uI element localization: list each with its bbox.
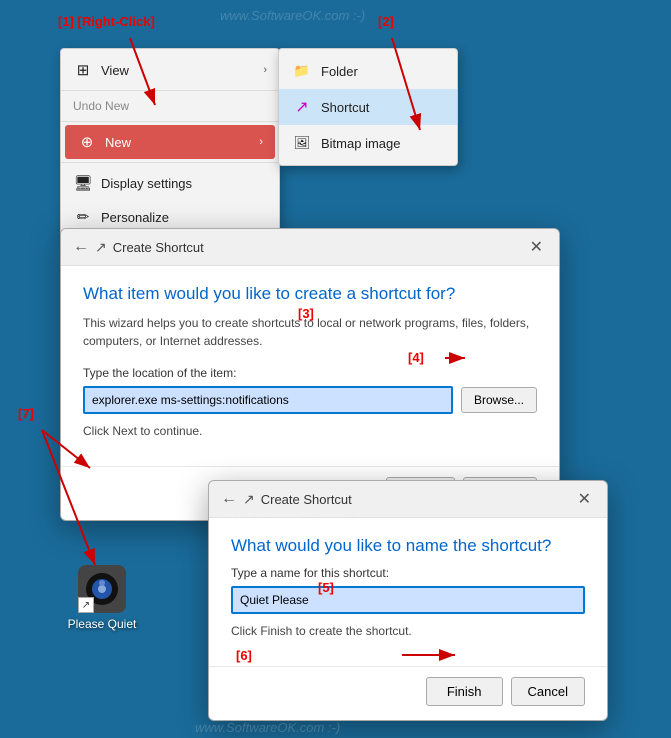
dialog-2-title: Create Shortcut: [261, 492, 574, 507]
dialog-1-heading: What item would you like to create a sho…: [83, 284, 537, 304]
shortcut-title-icon-1: ↗: [95, 239, 107, 256]
dialog-create-shortcut-1: ← ↗ Create Shortcut ✕ What item would yo…: [60, 228, 560, 521]
personalize-icon: ✏: [73, 207, 93, 227]
display-label: Display settings: [101, 176, 192, 191]
bitmap-icon: 🖼: [291, 132, 313, 154]
view-label: View: [101, 63, 129, 78]
watermark-4: www.SoftwareOK.com :-): [195, 720, 340, 735]
new-arrow: ›: [259, 136, 263, 148]
context-menu-item-new[interactable]: ⊕ New ›: [65, 125, 275, 159]
watermark-1: www.SoftwareOK.com :-): [220, 8, 365, 23]
annotation-7: [7]: [18, 406, 34, 421]
dialog-2-footer: Finish Cancel: [209, 666, 607, 720]
location-input[interactable]: [83, 386, 453, 414]
dialog-1-titlebar: ← ↗ Create Shortcut ✕: [61, 229, 559, 266]
folder-icon: 📁: [291, 60, 313, 82]
view-arrow: ›: [263, 64, 267, 76]
view-icon: ⊞: [73, 60, 93, 80]
please-quiet-icon-img: ↗: [78, 565, 126, 613]
display-icon: 🖥: [73, 173, 93, 193]
dialog-2-close[interactable]: ✕: [574, 489, 595, 509]
dialog-1-input-label: Type the location of the item:: [83, 366, 537, 380]
annotation-1: [1] [Right-Click]: [58, 14, 155, 29]
separator-2: [61, 121, 279, 122]
context-menu-item-display[interactable]: 🖥 Display settings: [61, 166, 279, 200]
dialog-1-desc: This wizard helps you to create shortcut…: [83, 314, 537, 350]
dialog-1-body: What item would you like to create a sho…: [61, 266, 559, 466]
context-menu: ⊞ View › Undo New ⊕ New › 🖥 Display sett…: [60, 48, 280, 239]
dialog-1-title: Create Shortcut: [113, 240, 526, 255]
dialog-create-shortcut-2: ← ↗ Create Shortcut ✕ What would you lik…: [208, 480, 608, 721]
shortcut-icon: ↗: [291, 96, 313, 118]
submenu-item-folder[interactable]: 📁 Folder: [279, 53, 457, 89]
personalize-label: Personalize: [101, 210, 169, 225]
shortcut-title-icon-2: ↗: [243, 491, 255, 508]
shortcut-arrow-2: ↗: [78, 597, 94, 613]
back-button-2[interactable]: ←: [221, 490, 237, 508]
dialog-2-hint: Click Finish to create the shortcut.: [231, 624, 585, 638]
desktop-icon-please-quiet[interactable]: ↗ Please Quiet: [62, 565, 142, 631]
browse-button[interactable]: Browse...: [461, 387, 537, 413]
folder-label: Folder: [321, 64, 358, 79]
dialog-1-close[interactable]: ✕: [526, 237, 547, 257]
submenu-item-bitmap[interactable]: 🖼 Bitmap image: [279, 125, 457, 161]
back-button-1[interactable]: ←: [73, 238, 89, 256]
dialog-1-input-row: Browse...: [83, 386, 537, 414]
shortcut-label: Shortcut: [321, 100, 369, 115]
new-icon: ⊕: [77, 132, 97, 152]
submenu: 📁 Folder ↗ Shortcut 🖼 Bitmap image: [278, 48, 458, 166]
new-label: New: [105, 135, 131, 150]
dialog-2-heading: What would you like to name the shortcut…: [231, 536, 585, 556]
please-quiet-label: Please Quiet: [68, 617, 137, 631]
dialog-1-hint: Click Next to continue.: [83, 424, 537, 438]
separator-1: [61, 90, 279, 91]
context-menu-item-view[interactable]: ⊞ View ›: [61, 53, 279, 87]
cancel-button-2[interactable]: Cancel: [511, 677, 585, 706]
dialog-2-input-label: Type a name for this shortcut:: [231, 566, 585, 580]
finish-button[interactable]: Finish: [426, 677, 503, 706]
shortcut-name-input[interactable]: [231, 586, 585, 614]
dialog-2-input-row: [231, 586, 585, 614]
undo-label: Undo New: [61, 94, 279, 118]
separator-3: [61, 162, 279, 163]
bitmap-label: Bitmap image: [321, 136, 400, 151]
dialog-2-titlebar: ← ↗ Create Shortcut ✕: [209, 481, 607, 518]
submenu-item-shortcut[interactable]: ↗ Shortcut: [279, 89, 457, 125]
annotation-2: [2]: [378, 14, 394, 29]
dialog-2-body: What would you like to name the shortcut…: [209, 518, 607, 666]
